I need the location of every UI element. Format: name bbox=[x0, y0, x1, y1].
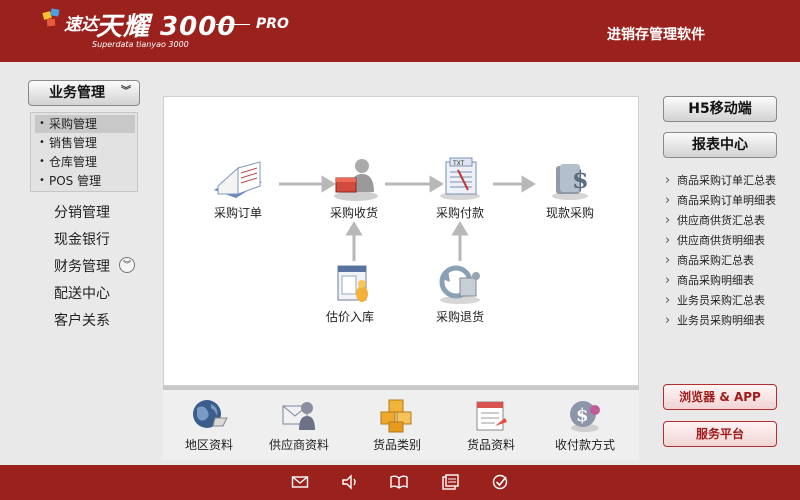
submenu-item-warehouse[interactable]: 仓库管理 bbox=[35, 153, 135, 171]
service-platform-button[interactable]: 服务平台 bbox=[663, 421, 777, 447]
browser-app-button[interactable]: 浏览器 & APP bbox=[663, 384, 777, 410]
svg-text:TXT: TXT bbox=[452, 160, 465, 167]
cash-purchase-label: 现款采购 bbox=[545, 206, 594, 220]
purchase-payment-label: 采购付款 bbox=[435, 206, 484, 220]
goods-category-label: 货品类别 bbox=[372, 438, 421, 452]
svg-text:$: $ bbox=[572, 165, 589, 194]
brand-edition: PRO bbox=[256, 16, 289, 32]
submenu-item-pos[interactable]: POS 管理 bbox=[35, 172, 135, 190]
purchase-payment[interactable]: TXT 采购付款 bbox=[420, 156, 500, 221]
finance-expand-icon[interactable]: ︾ bbox=[119, 257, 135, 273]
purchase-return-label: 采购退货 bbox=[435, 310, 484, 324]
logo-icon bbox=[42, 8, 60, 27]
title-bar: 速达 天耀 3000 PRO Superdata tianyao 3000 进销… bbox=[0, 0, 800, 62]
receiving-person-icon bbox=[334, 159, 378, 201]
book-icon[interactable] bbox=[390, 474, 408, 490]
speaker-icon[interactable] bbox=[341, 474, 359, 490]
nav-item-delivery[interactable]: 配送中心 bbox=[54, 283, 110, 303]
nav-item-cash-bank[interactable]: 现金银行 bbox=[54, 229, 110, 249]
business-module-label: 业务管理 bbox=[49, 85, 105, 101]
goods-data[interactable]: 货品资料 bbox=[446, 396, 536, 453]
report-center-button[interactable]: 报表中心 bbox=[663, 132, 777, 158]
nav-item-crm[interactable]: 客户关系 bbox=[54, 310, 110, 330]
purchase-receipt[interactable]: 采购收货 bbox=[314, 156, 394, 221]
double-chevron-down-icon: ︾ bbox=[121, 86, 131, 97]
dollar-sign-icon: $ bbox=[570, 401, 600, 432]
open-book-icon bbox=[214, 161, 262, 198]
payment-method-label: 收付款方式 bbox=[554, 438, 615, 452]
goods-data-label: 货品资料 bbox=[466, 438, 515, 452]
globe-icon bbox=[193, 400, 228, 428]
nav-item-distribution[interactable]: 分销管理 bbox=[54, 202, 110, 222]
purchase-order-label: 采购订单 bbox=[213, 206, 262, 220]
goods-document-icon bbox=[476, 401, 507, 431]
brand-divider bbox=[216, 24, 250, 25]
report-link-purchase-summary[interactable]: 商品采购汇总表 bbox=[665, 252, 754, 268]
nav-item-finance[interactable]: 财务管理 bbox=[54, 256, 110, 276]
check-circle-icon[interactable] bbox=[491, 474, 509, 490]
purchase-order[interactable]: 采购订单 bbox=[198, 156, 278, 221]
goods-category[interactable]: 货品类别 bbox=[352, 396, 442, 453]
return-icon bbox=[439, 265, 480, 304]
cash-purchase[interactable]: $ 现款采购 bbox=[530, 156, 610, 221]
report-link-supplier-supply-detail[interactable]: 供应商供货明细表 bbox=[665, 232, 765, 248]
boxes-icon bbox=[380, 399, 412, 433]
report-link-salesman-purchase-detail[interactable]: 业务员采购明细表 bbox=[665, 312, 765, 328]
purchase-return[interactable]: 采购退货 bbox=[420, 260, 500, 325]
business-module-button[interactable]: 业务管理 ︾ bbox=[28, 80, 140, 106]
payment-method[interactable]: $ 收付款方式 bbox=[540, 396, 630, 453]
region-data[interactable]: 地区资料 bbox=[164, 396, 254, 453]
region-data-label: 地区资料 bbox=[184, 438, 233, 452]
supplier-envelope-icon bbox=[282, 402, 315, 430]
supplier-data-label: 供应商资料 bbox=[268, 438, 329, 452]
business-submenu: 采购管理 销售管理 仓库管理 POS 管理 bbox=[30, 112, 138, 192]
submenu-item-sales[interactable]: 销售管理 bbox=[35, 134, 135, 152]
notepad-icon[interactable] bbox=[441, 474, 459, 490]
stock-in-window-icon bbox=[337, 265, 368, 302]
supplier-data[interactable]: 供应商资料 bbox=[254, 396, 344, 453]
report-link-purchase-order-detail[interactable]: 商品采购订单明细表 bbox=[665, 192, 776, 208]
svg-text:$: $ bbox=[576, 405, 589, 426]
txt-document-icon: TXT bbox=[440, 157, 480, 200]
estimated-stock-in-label: 估价入库 bbox=[325, 310, 374, 324]
report-link-purchase-order-summary[interactable]: 商品采购订单汇总表 bbox=[665, 172, 776, 188]
app-title: 进销存管理软件 bbox=[607, 27, 705, 43]
report-link-purchase-detail[interactable]: 商品采购明细表 bbox=[665, 272, 754, 288]
h5-mobile-button[interactable]: H5移动端 bbox=[663, 96, 777, 122]
dollar-icon: $ bbox=[552, 164, 589, 200]
estimated-stock-in[interactable]: 估价入库 bbox=[310, 260, 390, 325]
workflow-arrows bbox=[279, 175, 536, 261]
report-link-salesman-purchase-summary[interactable]: 业务员采购汇总表 bbox=[665, 292, 765, 308]
submenu-item-purchase[interactable]: 采购管理 bbox=[35, 115, 135, 133]
brand-prefix: 速达 bbox=[64, 15, 98, 35]
purchase-receipt-label: 采购收货 bbox=[329, 206, 378, 220]
brand-subtitle: Superdata tianyao 3000 bbox=[92, 40, 189, 49]
report-link-supplier-supply-summary[interactable]: 供应商供货汇总表 bbox=[665, 212, 765, 228]
mail-icon[interactable] bbox=[291, 474, 309, 490]
